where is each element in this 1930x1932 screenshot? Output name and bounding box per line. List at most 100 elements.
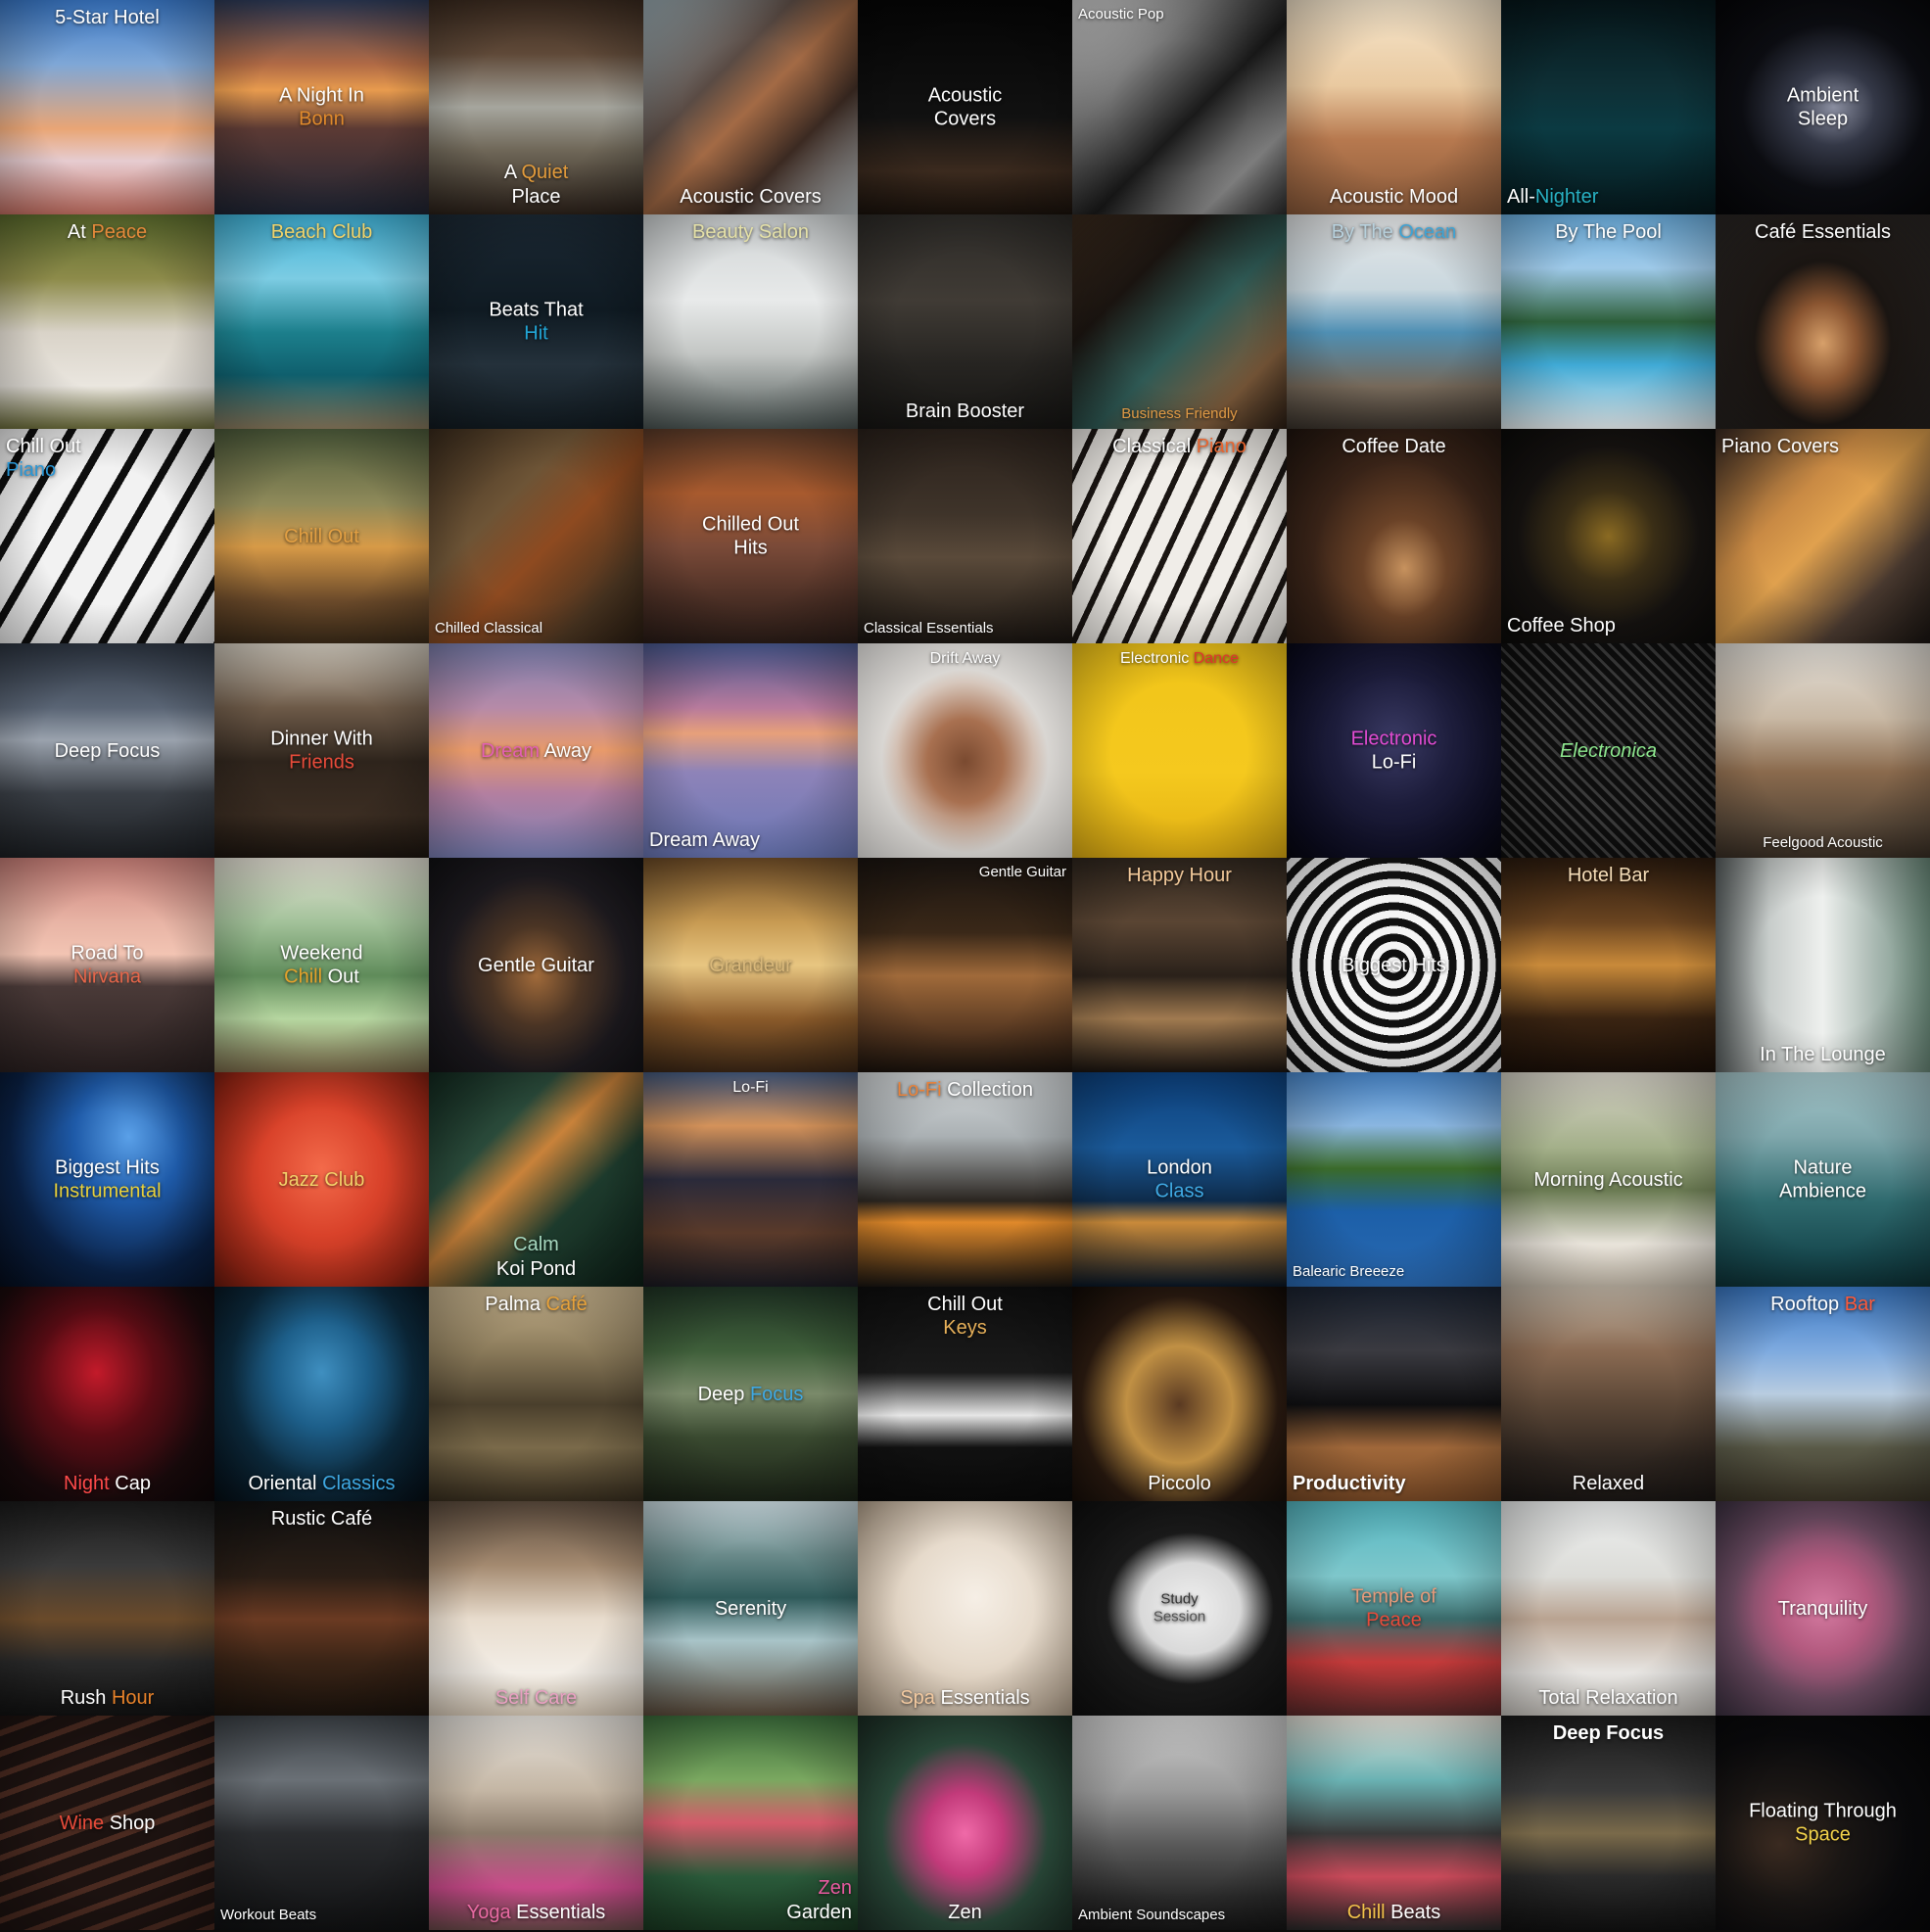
playlist-cover-tile[interactable]: Rustic Café [214,1501,429,1716]
playlist-cover-tile[interactable]: Biggest Hits [1287,858,1501,1072]
playlist-cover-tile[interactable]: Drift Away [858,643,1072,858]
playlist-cover-tile[interactable]: Electronica [1501,643,1716,858]
playlist-title: London Class [1078,1155,1281,1203]
playlist-cover-tile[interactable]: Rush Hour [0,1501,214,1716]
playlist-title: Rooftop Bar [1721,1293,1924,1316]
playlist-cover-tile[interactable]: Classical Piano [1072,429,1287,643]
playlist-cover-tile[interactable]: Temple of Peace [1287,1501,1501,1716]
playlist-cover-tile[interactable]: Morning Acoustic [1501,1072,1716,1287]
playlist-title-segment: Covers [933,108,997,130]
playlist-cover-tile[interactable]: Acoustic Covers [643,0,858,214]
playlist-cover-tile[interactable]: Acoustic Mood [1287,0,1501,214]
playlist-cover-tile[interactable]: Piccolo [1072,1287,1287,1501]
playlist-cover-tile[interactable]: Chilled Out Hits [643,429,858,643]
playlist-cover-tile[interactable]: Serenity [643,1501,858,1716]
playlist-cover-tile[interactable]: Dinner With Friends [214,643,429,858]
playlist-cover-tile[interactable]: Chilled Classical [429,429,643,643]
playlist-cover-tile[interactable]: Electronic Dance [1072,643,1287,858]
playlist-cover-tile[interactable]: Oriental Classics [214,1287,429,1501]
playlist-cover-tile[interactable]: Self Care [429,1501,643,1716]
playlist-title-line: Rustic Café [220,1507,423,1531]
playlist-cover-tile[interactable]: Deep Focus [0,643,214,858]
playlist-cover-grid: 5-Star Hotel A Night In Bonn A Quiet Place Ac… [0,0,1930,1932]
playlist-cover-tile[interactable]: Ambient Sleep [1716,0,1930,214]
playlist-title-line: Night Cap [6,1472,209,1495]
playlist-title-segment: Beauty Salon [692,221,809,243]
playlist-title-segment: Beach Club [270,221,373,243]
playlist-cover-tile[interactable]: Feelgood Acoustic [1716,643,1930,858]
playlist-cover-tile[interactable]: Lo-Fi Collection [858,1072,1072,1287]
playlist-cover-tile[interactable]: Classical Essentials [858,429,1072,643]
playlist-title: Rush Hour [6,1686,209,1710]
playlist-cover-tile[interactable]: Coffee Shop [1501,429,1716,643]
playlist-cover-tile[interactable]: Nature Ambience [1716,1072,1930,1287]
playlist-cover-tile[interactable]: A Night In Bonn [214,0,429,214]
playlist-cover-tile[interactable]: Piano Covers [1716,429,1930,643]
playlist-cover-tile[interactable]: Chill Out Piano [0,429,214,643]
playlist-cover-tile[interactable]: Coffee Date [1287,429,1501,643]
playlist-cover-tile[interactable]: Brain Booster [858,214,1072,429]
playlist-cover-tile[interactable]: Acoustic Covers [858,0,1072,214]
playlist-cover-tile[interactable]: Ambient Soundscapes [1072,1716,1287,1930]
playlist-cover-tile[interactable]: Beach Club [214,214,429,429]
playlist-cover-tile[interactable]: Hotel Bar [1501,858,1716,1072]
playlist-cover-tile[interactable]: Chill Out [214,429,429,643]
playlist-cover-tile[interactable]: Productivity [1287,1287,1501,1501]
playlist-cover-tile[interactable]: London Class [1072,1072,1287,1287]
playlist-cover-tile[interactable]: Dream Away [643,643,858,858]
playlist-cover-tile[interactable]: Café Essentials [1716,214,1930,429]
playlist-title: Chilled Out Hits [649,512,852,560]
playlist-cover-tile[interactable]: Chill Beats [1287,1716,1501,1930]
playlist-cover-tile[interactable]: A Quiet Place [429,0,643,214]
playlist-cover-tile[interactable]: Deep Focus [1501,1716,1716,1930]
playlist-cover-tile[interactable]: Grandeur [643,858,858,1072]
playlist-cover-tile[interactable]: Spa Essentials [858,1501,1072,1716]
playlist-title-line: Oriental Classics [220,1472,423,1495]
playlist-cover-tile[interactable]: Deep Focus [643,1287,858,1501]
playlist-title-segment: Tranquility [1777,1597,1868,1620]
playlist-cover-tile[interactable]: Acoustic Pop [1072,0,1287,214]
playlist-cover-tile[interactable]: Workout Beats [214,1716,429,1930]
playlist-cover-tile[interactable]: Biggest Hits Instrumental [0,1072,214,1287]
playlist-cover-tile[interactable]: Balearic Breeeze [1287,1072,1501,1287]
playlist-title-segment: Coffee Shop [1507,614,1616,636]
playlist-cover-tile[interactable]: In The Lounge [1716,858,1930,1072]
playlist-cover-tile[interactable]: Wine Shop [0,1716,214,1930]
playlist-cover-tile[interactable]: Palma Café [429,1287,643,1501]
playlist-cover-tile[interactable]: Beats That Hit [429,214,643,429]
playlist-cover-tile[interactable]: Beauty Salon [643,214,858,429]
playlist-cover-tile[interactable]: Tranquility [1716,1501,1930,1716]
playlist-cover-tile[interactable]: Relaxed [1501,1287,1716,1501]
playlist-cover-tile[interactable]: By The Pool [1501,214,1716,429]
playlist-cover-tile[interactable]: At Peace [0,214,214,429]
playlist-title-line: Chill Out [6,435,209,458]
playlist-cover-tile[interactable]: All-Nighter [1501,0,1716,214]
playlist-cover-tile[interactable]: Lo-Fi [643,1072,858,1287]
playlist-cover-tile[interactable]: Calm Koi Pond [429,1072,643,1287]
playlist-cover-tile[interactable]: Dream Away [429,643,643,858]
playlist-cover-tile[interactable]: Yoga Essentials [429,1716,643,1930]
playlist-cover-tile[interactable]: Zen [858,1716,1072,1930]
playlist-title-line: Acoustic Pop [1078,6,1281,24]
playlist-cover-tile[interactable]: Total Relaxation [1501,1501,1716,1716]
playlist-cover-tile[interactable]: Business Friendly [1072,214,1287,429]
playlist-cover-tile[interactable]: Weekend Chill Out [214,858,429,1072]
playlist-title-segment: Hour [111,1686,155,1709]
playlist-cover-tile[interactable]: Gentle Guitar [429,858,643,1072]
playlist-title: Temple of Peace [1293,1584,1495,1632]
playlist-cover-tile[interactable]: Road To Nirvana [0,858,214,1072]
playlist-cover-tile[interactable]: Night Cap [0,1287,214,1501]
playlist-cover-tile[interactable]: 5-Star Hotel [0,0,214,214]
playlist-cover-tile[interactable]: Jazz Club [214,1072,429,1287]
playlist-cover-tile[interactable]: Happy Hour [1072,858,1287,1072]
playlist-cover-tile[interactable]: Zen Garden [643,1716,858,1930]
playlist-title: Dream Away [649,828,852,852]
playlist-title-segment: Palma [485,1294,546,1315]
playlist-cover-tile[interactable]: Chill Out Keys [858,1287,1072,1501]
playlist-cover-tile[interactable]: Rooftop Bar [1716,1287,1930,1501]
playlist-cover-tile[interactable]: Floating Through Space [1716,1716,1930,1930]
playlist-cover-tile[interactable]: Gentle Guitar [858,858,1072,1072]
playlist-cover-tile[interactable]: Study Session [1072,1501,1287,1716]
playlist-cover-tile[interactable]: By The Ocean [1287,214,1501,429]
playlist-cover-tile[interactable]: Electronic Lo-Fi [1287,643,1501,858]
